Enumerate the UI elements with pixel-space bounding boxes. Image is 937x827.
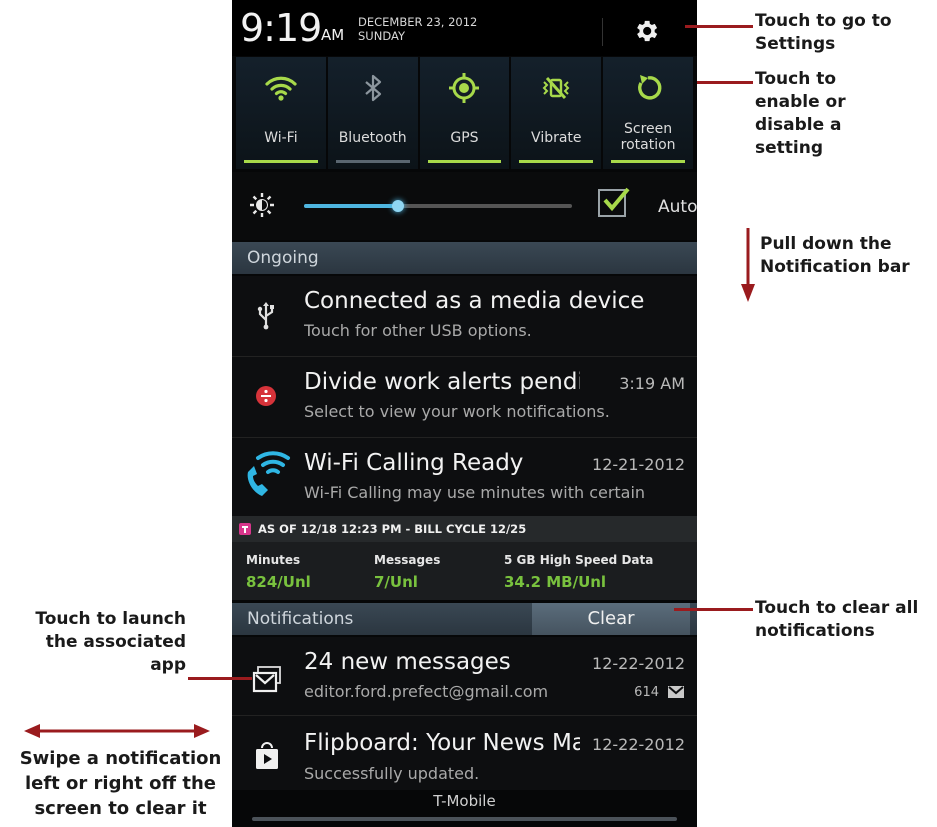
notification-time: 12-22-2012 [592,654,685,673]
notification-title: Wi-Fi Calling Ready [304,450,524,476]
toggle-bluetooth[interactable]: Bluetooth [327,57,418,169]
divide-icon [256,386,276,406]
notification-gmail[interactable]: 24 new messages 12-22-2012 editor.ford.p… [232,637,697,716]
t-mobile-icon [239,523,251,535]
toggle-indicator-off [335,160,410,163]
mail-icon [668,686,684,698]
callout-line-clear [674,608,753,611]
brightness-slider[interactable] [304,200,572,212]
gps-icon [449,73,480,103]
notification-usb[interactable]: Connected as a media device Touch for ot… [232,276,697,357]
usb-icon [257,302,274,330]
clock-ampm: AM [321,26,345,44]
checkmark-icon [603,187,630,212]
toggle-indicator-on [244,160,318,163]
notification-subtitle: Wi-Fi Calling may use minutes with certa… [304,483,646,502]
usage-label-messages: Messages [374,553,441,567]
notification-panel: 9:19 AM DECEMBER 23, 2012 SUNDAY Wi-Fi B… [232,0,697,827]
drag-handle[interactable] [252,817,677,821]
callout-line-launch [188,677,252,680]
notification-time: 12-21-2012 [592,455,685,474]
clock-time: 9:19 [240,6,322,50]
gmail-icon [252,666,281,693]
toggle-gps[interactable]: GPS [419,57,510,169]
toggle-screen-rotation[interactable]: Screen rotation [603,57,693,169]
usage-label-data: 5 GB High Speed Data [504,553,654,567]
notification-time: 3:19 AM [619,374,685,393]
toggle-label: GPS [450,130,479,146]
rotation-icon [638,75,662,100]
ongoing-header-label: Ongoing [247,248,319,268]
status-date: DECEMBER 23, 2012 SUNDAY [358,15,477,43]
brightness-icon [250,193,274,217]
callout-line-settings [685,25,753,28]
notification-subtitle: editor.ford.prefect@gmail.com [304,682,549,701]
notifications-header-label: Notifications [247,609,354,629]
callout-launch: Touch to launch the associated app [35,609,186,675]
notification-title: Connected as a media device [304,288,645,314]
toggle-label: Screen rotation [620,121,676,153]
usage-header-text: AS OF 12/18 12:23 PM - BILL CYCLE 12/25 [258,522,527,536]
vibrate-icon [542,76,570,100]
toggle-indicator-on [611,160,685,163]
usage-value-minutes: 824/Unl [246,573,311,591]
notifications-header: Notifications Clear [232,603,697,635]
status-bar: 9:19 AM DECEMBER 23, 2012 SUNDAY [232,0,697,56]
brightness-slider-fill [304,204,398,208]
toggle-label: Wi-Fi [264,130,298,146]
usage-label-minutes: Minutes [246,553,301,567]
pull-down-arrow-icon [741,228,755,302]
status-divider [602,18,603,46]
usage-header: AS OF 12/18 12:23 PM - BILL CYCLE 12/25 [232,516,697,542]
notification-title: 24 new messages [304,649,511,675]
brightness-slider-handle[interactable] [391,200,404,212]
toggle-vibrate[interactable]: Vibrate [511,57,602,169]
wifi-calling-icon [247,451,290,496]
notification-subtitle: Touch for other USB options. [304,321,532,340]
usage-value-messages: 7/Unl [374,573,418,591]
notification-flipboard[interactable]: Flipboard: Your News Magazine 12-22-2012… [232,716,697,790]
date-text: DECEMBER 23, 2012 [358,15,478,29]
auto-brightness-checkbox[interactable] [598,187,630,217]
ongoing-header: Ongoing [232,242,697,274]
callout-pull: Pull down the Notification bar [760,234,910,277]
toggle-indicator-on [427,160,502,163]
notification-subtitle: Successfully updated. [304,764,480,783]
play-store-icon [256,742,278,769]
bluetooth-icon [364,74,381,102]
toggle-wifi[interactable]: Wi-Fi [236,57,326,169]
wifi-icon [265,76,297,101]
callout-line-toggle [697,81,753,84]
notification-title: Divide work alerts pending [304,369,580,395]
notification-wifi-calling[interactable]: Wi-Fi Calling Ready 12-21-2012 Wi-Fi Cal… [232,438,697,517]
notification-time: 12-22-2012 [592,735,685,754]
callout-swipe: Swipe a notification left or right off t… [19,748,222,819]
gear-icon[interactable] [632,17,660,45]
notification-divide[interactable]: Divide work alerts pending 3:19 AM Selec… [232,357,697,438]
notification-title: Flipboard: Your News Magazine [304,730,580,756]
notification-subtitle: Select to view your work notifications. [304,402,610,421]
callout-clear: Touch to clear all notifications [755,598,919,641]
auto-brightness-label: Auto [658,197,697,217]
message-count: 614 [634,685,659,700]
quick-settings-bar: Wi-Fi Bluetooth GPS Vibrate Screen rotat… [236,57,693,169]
usage-value-data: 34.2 MB/Unl [504,573,607,591]
carrier-usage-widget[interactable]: AS OF 12/18 12:23 PM - BILL CYCLE 12/25 … [232,516,697,600]
carrier-name: T-Mobile [433,792,496,810]
callout-settings: Touch to go to Settings [755,11,892,54]
toggle-label: Vibrate [531,130,582,146]
clear-button[interactable]: Clear [532,603,690,635]
swipe-arrow-icon [24,724,210,738]
toggle-indicator-on [519,160,594,163]
callout-toggle: Touch to enable or disable a setting [755,69,846,158]
weekday-text: SUNDAY [358,29,405,43]
toggle-label: Bluetooth [338,130,407,146]
